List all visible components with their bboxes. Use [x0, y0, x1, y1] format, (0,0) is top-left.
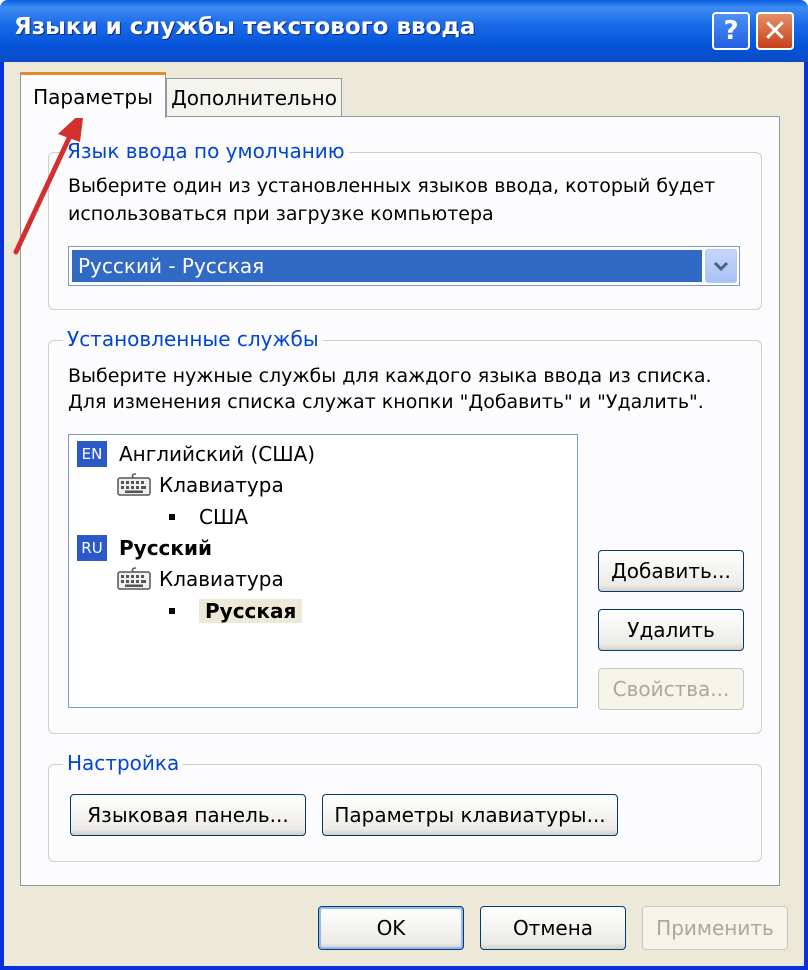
- help-button[interactable]: ?: [712, 12, 750, 50]
- tree-item-english-layout-label: США: [199, 505, 249, 529]
- tree-item-russian-layout[interactable]: Русская: [169, 599, 303, 623]
- services-tree[interactable]: EN Английский (США) Клавиатура США RU Ру…: [68, 434, 578, 708]
- default-language-select[interactable]: Русский - Русская: [68, 246, 740, 286]
- window-title: Языки и службы текстового ввода: [14, 14, 476, 40]
- default-language-description-1: Выберите один из установленных языков вв…: [68, 175, 716, 197]
- tree-item-english-label: Английский (США): [119, 442, 316, 466]
- chevron-down-icon[interactable]: [705, 249, 737, 283]
- add-button[interactable]: Добавить...: [598, 550, 744, 592]
- default-language-selected-value: Русский - Русская: [72, 250, 702, 282]
- lang-badge-ru: RU: [77, 535, 107, 561]
- bullet-icon: [169, 514, 175, 520]
- group-installed-services-legend: Установленные службы: [63, 327, 323, 351]
- tab-advanced[interactable]: Дополнительно: [166, 78, 342, 116]
- properties-button[interactable]: Свойства...: [598, 668, 744, 710]
- keyboard-settings-button[interactable]: Параметры клавиатуры...: [322, 794, 618, 836]
- title-bar[interactable]: Языки и службы текстового ввода ? ✕: [0, 0, 808, 62]
- keyboard-icon: [117, 567, 151, 590]
- tree-item-english-keyboard-label: Клавиатура: [159, 473, 284, 497]
- tree-item-english[interactable]: EN Английский (США): [77, 441, 315, 467]
- remove-button[interactable]: Удалить: [598, 609, 744, 651]
- tree-item-russian-layout-label: Русская: [199, 599, 303, 623]
- tree-item-russian-keyboard[interactable]: Клавиатура: [117, 567, 284, 591]
- lang-badge-en: EN: [77, 441, 107, 467]
- apply-button[interactable]: Применить: [642, 906, 788, 950]
- services-description-2: Для изменения списка служат кнопки "Доба…: [68, 391, 704, 413]
- bullet-icon: [169, 608, 175, 614]
- language-bar-button[interactable]: Языковая панель...: [70, 794, 306, 836]
- keyboard-icon: [117, 473, 151, 496]
- ok-button[interactable]: OK: [318, 906, 464, 950]
- group-default-language-legend: Язык ввода по умолчанию: [63, 139, 349, 163]
- default-language-description-2: использоваться при загрузке компьютера: [68, 203, 494, 225]
- close-button[interactable]: ✕: [756, 12, 794, 50]
- tree-item-russian-keyboard-label: Клавиатура: [159, 567, 284, 591]
- cancel-button[interactable]: Отмена: [480, 906, 626, 950]
- tree-item-english-keyboard[interactable]: Клавиатура: [117, 473, 284, 497]
- tab-parameters[interactable]: Параметры: [20, 72, 166, 118]
- tree-item-english-layout[interactable]: США: [169, 505, 248, 529]
- group-settings-legend: Настройка: [63, 751, 184, 775]
- tree-item-russian-label: Русский: [119, 536, 213, 560]
- services-description-1: Выберите нужные службы для каждого языка…: [68, 365, 712, 387]
- tree-item-russian[interactable]: RU Русский: [77, 535, 212, 561]
